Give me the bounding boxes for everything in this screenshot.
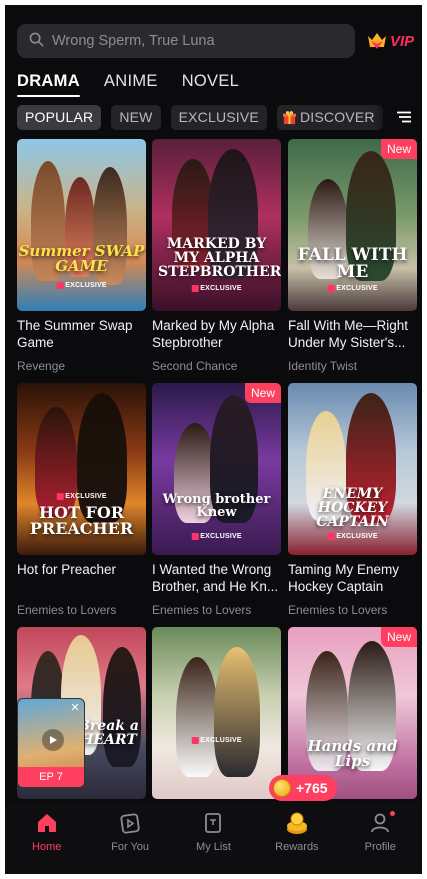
vip-button[interactable]: VIP bbox=[365, 26, 414, 56]
drama-card[interactable]: Summer SWAP GAME EXCLUSIVE The Summer Sw… bbox=[17, 139, 146, 373]
search-placeholder: Wrong Sperm, True Luna bbox=[52, 33, 215, 49]
card-tag: Enemies to Lovers bbox=[17, 603, 117, 617]
exclusive-label: EXCLUSIVE bbox=[191, 285, 242, 292]
coin-value: +765 bbox=[296, 780, 328, 796]
card-title: Hot for Preacher bbox=[17, 562, 117, 577]
new-badge: New bbox=[380, 139, 417, 159]
drama-card[interactable]: Hands and Lips New bbox=[288, 627, 417, 799]
poster-image: Summer SWAP GAME EXCLUSIVE bbox=[17, 139, 146, 311]
exclusive-label: EXCLUSIVE bbox=[56, 493, 107, 500]
coins-icon bbox=[284, 810, 310, 836]
poster-image: EXCLUSIVE bbox=[152, 627, 281, 799]
coin-icon bbox=[273, 779, 291, 797]
drama-card[interactable]: MARKED BY MY ALPHA STEPBROTHER EXCLUSIVE… bbox=[152, 139, 281, 373]
close-icon[interactable]: ✕ bbox=[69, 702, 81, 714]
crown-icon bbox=[365, 28, 389, 54]
card-title: Marked by My Alpha Stepbrother bbox=[152, 318, 275, 350]
card-title: Fall With Me—Right Under My Sister's... bbox=[288, 318, 409, 350]
drama-card[interactable]: FALL WITH ME EXCLUSIVE New Fall With Me—… bbox=[288, 139, 417, 373]
exclusive-label: EXCLUSIVE bbox=[191, 737, 242, 744]
poster-title-art: ENEMY HOCKEY CAPTAIN bbox=[316, 486, 389, 530]
search-input[interactable]: Wrong Sperm, True Luna bbox=[17, 24, 355, 58]
exclusive-label: EXCLUSIVE bbox=[56, 282, 107, 289]
gift-icon bbox=[282, 110, 297, 125]
tab-novel[interactable]: NOVEL bbox=[182, 72, 239, 91]
poster-image: EXCLUSIVE HOT FOR PREACHER bbox=[17, 383, 146, 555]
nav-label: My List bbox=[196, 841, 231, 853]
nav-profile[interactable]: Profile bbox=[345, 810, 415, 874]
play-icon[interactable] bbox=[42, 729, 64, 751]
card-title: The Summer Swap Game bbox=[17, 318, 133, 350]
exclusive-label: EXCLUSIVE bbox=[327, 285, 378, 292]
card-tag: Revenge bbox=[17, 359, 66, 373]
notification-dot bbox=[389, 810, 397, 817]
chip-discover-label: DISCOVER bbox=[299, 109, 375, 125]
nav-my-list[interactable]: My List bbox=[178, 810, 248, 874]
bookmark-icon bbox=[201, 810, 225, 836]
nav-label: For You bbox=[111, 841, 150, 853]
profile-icon bbox=[368, 810, 397, 836]
poster-image: Hands and Lips New bbox=[288, 627, 417, 799]
poster-title-art: MARKED BY MY ALPHA STEPBROTHER bbox=[158, 236, 281, 280]
home-icon bbox=[35, 810, 59, 836]
filter-chips: POPULAR NEW EXCLUSIVE DISCOVER D bbox=[17, 104, 422, 130]
episode-label: EP 7 bbox=[18, 767, 84, 787]
coin-reward-pill[interactable]: +765 bbox=[269, 775, 337, 801]
chip-popular[interactable]: POPULAR bbox=[17, 104, 102, 130]
card-title: Taming My Enemy Hockey Captain bbox=[288, 562, 400, 594]
app-screen: Wrong Sperm, True Luna VIP DRAMA ANIME N… bbox=[5, 5, 422, 874]
nav-for-you[interactable]: For You bbox=[95, 810, 165, 874]
poster-title-art: FALL WITH ME bbox=[297, 245, 408, 282]
filter-menu-icon[interactable] bbox=[390, 104, 418, 130]
card-tag: Enemies to Lovers bbox=[288, 603, 388, 617]
tab-drama[interactable]: DRAMA bbox=[17, 72, 80, 97]
nav-label: Rewards bbox=[275, 841, 319, 853]
bottom-nav: Home For You My List Rewards Profile bbox=[5, 802, 422, 874]
poster-title-art: Summer SWAP GAME bbox=[18, 242, 145, 275]
poster-image: ENEMY HOCKEY CAPTAIN EXCLUSIVE bbox=[288, 383, 417, 555]
poster-title-art: HOT FOR PREACHER bbox=[29, 503, 134, 538]
poster-title-art: Hands and Lips bbox=[307, 737, 398, 770]
new-badge: New bbox=[380, 627, 417, 647]
play-square-icon bbox=[118, 810, 142, 836]
poster-image: MARKED BY MY ALPHA STEPBROTHER EXCLUSIVE bbox=[152, 139, 281, 311]
card-tag: Second Chance bbox=[152, 359, 238, 373]
poster-image: FALL WITH ME EXCLUSIVE New bbox=[288, 139, 417, 311]
card-title: I Wanted the Wrong Brother, and He Kn... bbox=[152, 562, 279, 594]
nav-label: Home bbox=[32, 841, 62, 853]
nav-home[interactable]: Home bbox=[12, 810, 82, 874]
mini-player[interactable]: ✕ EP 7 bbox=[17, 698, 85, 788]
chip-discover[interactable]: DISCOVER bbox=[276, 104, 383, 130]
search-icon bbox=[29, 32, 52, 51]
chip-new[interactable]: NEW bbox=[111, 104, 161, 130]
vip-label: VIP bbox=[390, 32, 415, 50]
chip-exclusive[interactable]: EXCLUSIVE bbox=[170, 104, 267, 130]
exclusive-label: EXCLUSIVE bbox=[327, 533, 378, 540]
exclusive-label: EXCLUSIVE bbox=[191, 533, 242, 540]
category-tabs: DRAMA ANIME NOVEL bbox=[17, 72, 263, 97]
new-badge: New bbox=[244, 383, 281, 403]
drama-card[interactable]: Wrong brother Knew EXCLUSIVE New I Wante… bbox=[152, 383, 281, 617]
drama-card[interactable]: EXCLUSIVE HOT FOR PREACHER Hot for Preac… bbox=[17, 383, 146, 617]
poster-image: Wrong brother Knew EXCLUSIVE New bbox=[152, 383, 281, 555]
card-tag: Identity Twist bbox=[288, 359, 358, 373]
nav-rewards[interactable]: Rewards bbox=[262, 810, 332, 874]
card-tag: Enemies to Lovers bbox=[152, 603, 252, 617]
drama-card[interactable]: ENEMY HOCKEY CAPTAIN EXCLUSIVE Taming My… bbox=[288, 383, 417, 617]
poster-title-art: Wrong brother Knew bbox=[162, 492, 271, 520]
nav-label: Profile bbox=[364, 841, 396, 853]
tab-anime[interactable]: ANIME bbox=[104, 72, 158, 91]
drama-card[interactable]: EXCLUSIVE bbox=[152, 627, 281, 799]
